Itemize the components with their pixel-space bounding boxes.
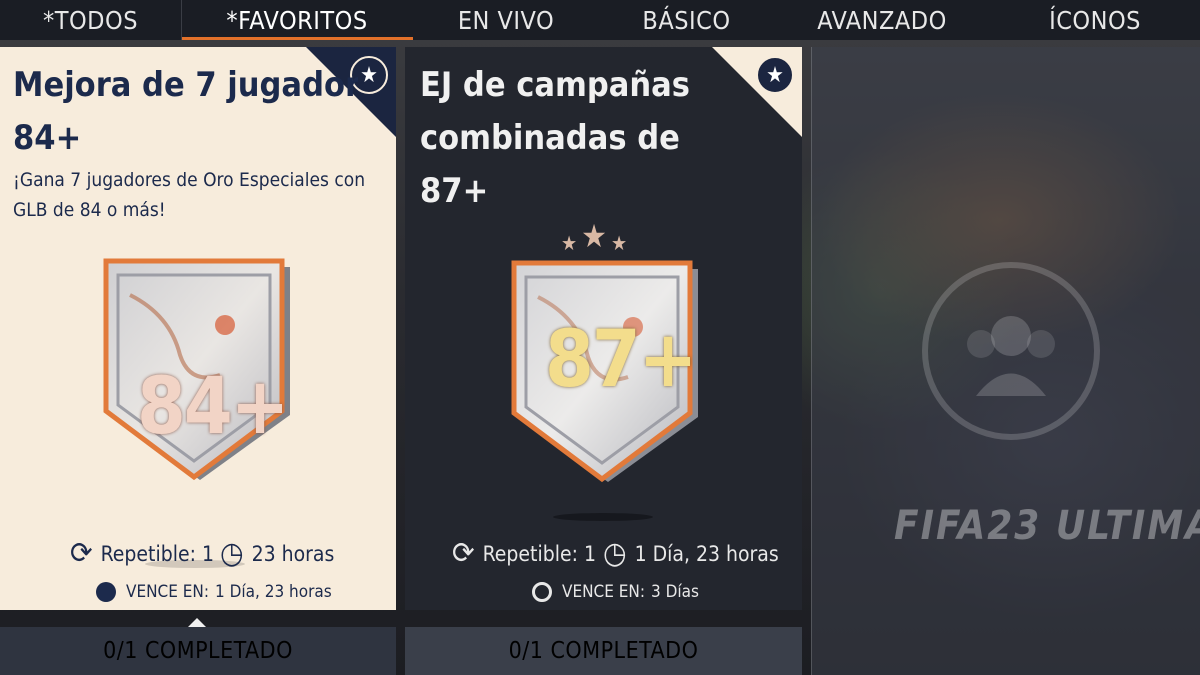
expires-label: VENCE EN: xyxy=(126,582,210,602)
card-title: EJ de campañas combinadas de 87+ xyxy=(420,65,691,211)
tab-todos[interactable]: *TODOS xyxy=(0,0,181,40)
completion-status: 0/1 COMPLETADO xyxy=(103,638,293,664)
tab-en-vivo[interactable]: EN VIVO xyxy=(413,0,599,40)
selection-pointer-icon xyxy=(188,618,206,627)
repeatable-text: Repetible: 1 xyxy=(482,542,596,566)
stopwatch-icon xyxy=(96,582,116,602)
history-clock-icon: ◷ xyxy=(603,536,627,571)
card-description: ¡Gana 7 jugadores de Oro Especiales con … xyxy=(13,169,366,221)
rating-stars-icon: ★★★ xyxy=(561,217,628,255)
sbc-card-87[interactable]: ★ EJ de campañas combinadas de 87+ ★ ★ ★ 8… xyxy=(405,47,802,610)
expires-info: VENCE EN: 3 Días xyxy=(532,582,699,602)
stopwatch-icon xyxy=(532,582,552,602)
expires-value: 1 Día, 23 horas xyxy=(215,582,332,602)
expires-info: VENCE EN: 1 Día, 23 horas xyxy=(96,582,332,602)
repeatable-text: Repetible: 1 xyxy=(100,542,214,566)
card-footer-bar[interactable]: 0/1 COMPLETADO xyxy=(405,627,802,675)
time-left-info: ◷ 23 horas xyxy=(220,539,334,569)
time-left-text: 1 Día, 23 horas xyxy=(634,542,779,566)
shield-shadow xyxy=(553,513,653,521)
completion-status: 0/1 COMPLETADO xyxy=(508,638,699,664)
expires-label: VENCE EN: xyxy=(562,582,646,602)
tab-avanzado[interactable]: AVANZADO xyxy=(774,0,990,40)
tab-favoritos[interactable]: *FAVORITOS xyxy=(181,0,413,40)
card-footer-bar[interactable]: 0/1 COMPLETADO xyxy=(0,618,396,675)
sbc-card-placeholder[interactable]: FIFA23 ULTIMA xyxy=(811,47,1200,675)
category-tabs: *TODOS *FAVORITOS EN VIVO BÁSICO AVANZAD… xyxy=(0,0,1200,40)
repeat-icon: ⟳ xyxy=(452,536,475,571)
repeatable-info: ⟳ Repetible: 1 xyxy=(70,539,214,569)
card-title-line2: 84+ xyxy=(13,118,82,158)
tab-basico[interactable]: BÁSICO xyxy=(599,0,774,40)
rating-number: 84+ xyxy=(137,362,289,452)
tab-iconos[interactable]: ÍCONOS xyxy=(990,0,1200,40)
sbc-card-84[interactable]: ★ Mejora de 7 jugadores de 84+ ¡Gana 7 j… xyxy=(0,47,396,610)
card-title: Mejora de 7 jugadores de xyxy=(13,65,358,105)
players-emblem-icon xyxy=(922,262,1100,440)
history-clock-icon: ◷ xyxy=(220,536,244,571)
time-left-info: ◷ 1 Día, 23 horas xyxy=(603,539,779,569)
repeatable-info: ⟳ Repetible: 1 xyxy=(452,539,596,569)
background-brand-text: FIFA23 ULTIMA xyxy=(894,503,1200,549)
repeat-icon: ⟳ xyxy=(70,536,93,571)
tab-divider xyxy=(181,0,182,40)
rating-number: 87+ xyxy=(545,315,697,405)
favorite-star-icon[interactable]: ★ xyxy=(756,56,794,94)
time-left-text: 23 horas xyxy=(251,542,335,566)
expires-value: 3 Días xyxy=(651,582,699,602)
